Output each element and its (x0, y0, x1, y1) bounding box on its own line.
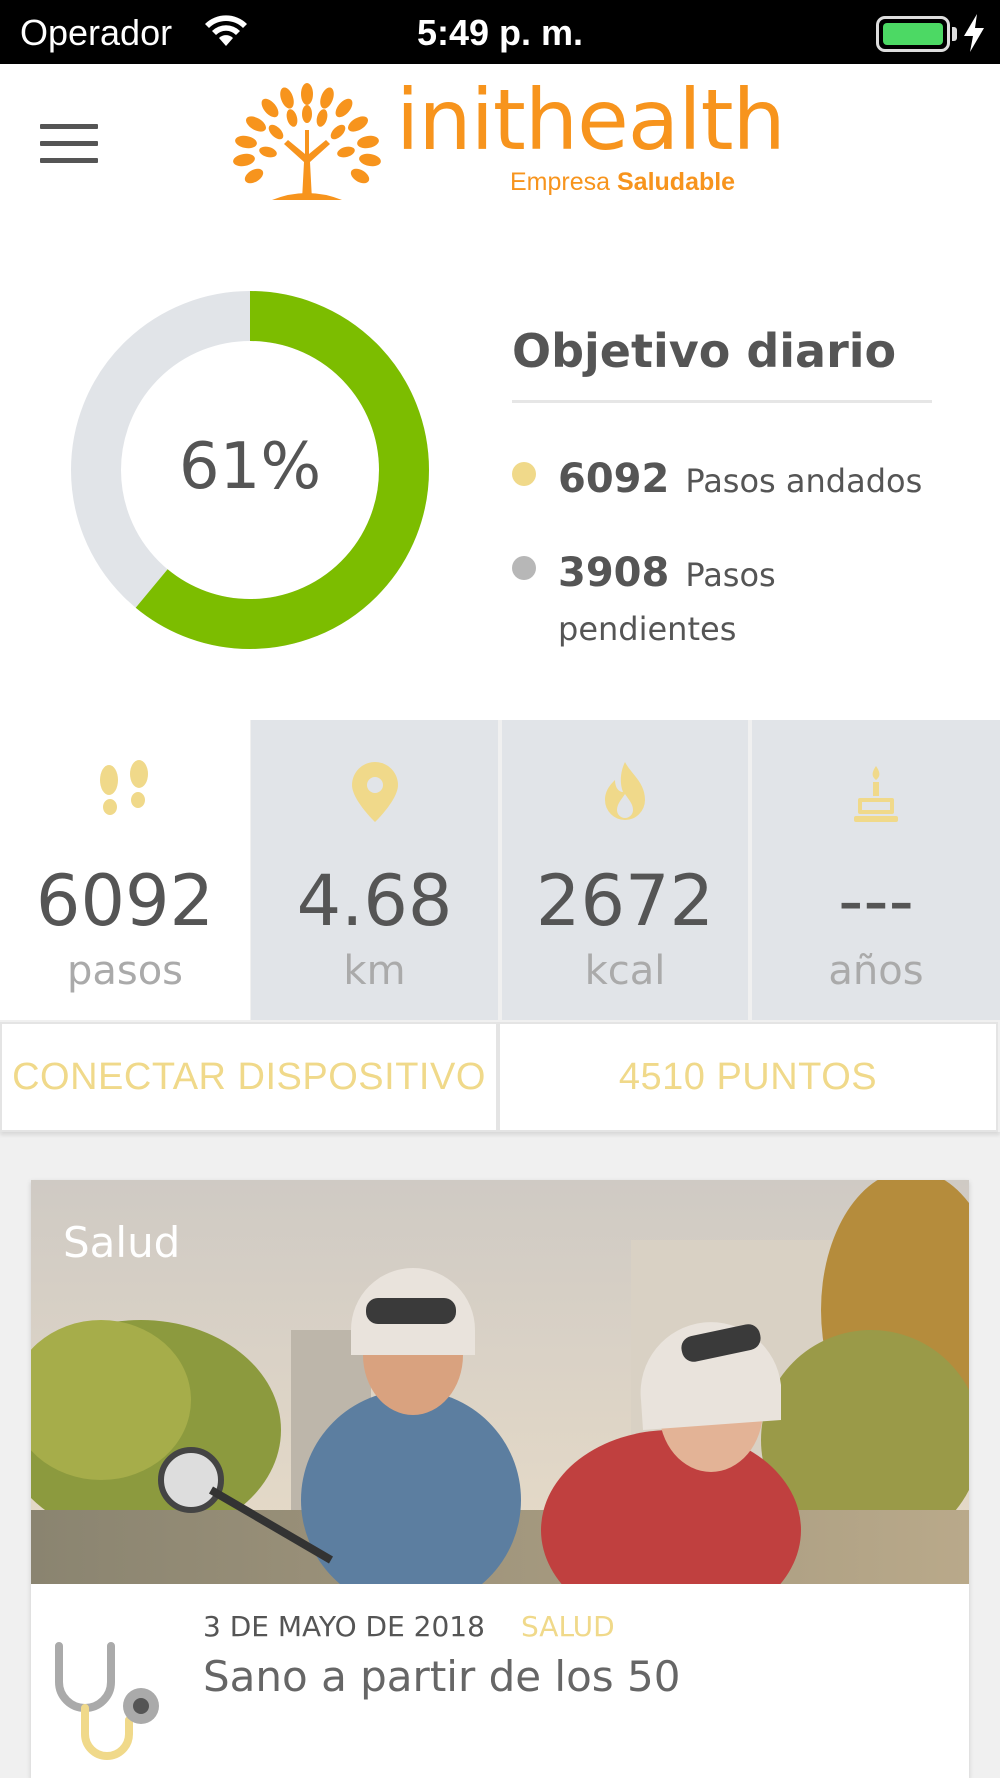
stethoscope-icon (55, 1642, 159, 1760)
stat-calories[interactable]: 2672 kcal (502, 720, 748, 1020)
stat-distance[interactable]: 4.68 km (251, 720, 498, 1020)
points-button[interactable]: 4510 PUNTOS (498, 1022, 998, 1132)
article-title[interactable]: Sano a partir de los 50 (203, 1652, 680, 1701)
footsteps-icon (100, 760, 148, 815)
progress-percent-label: 61% (178, 430, 322, 504)
brand-tagline: Empresa Saludable (510, 168, 735, 197)
walked-steps-value: 6092 (558, 456, 670, 502)
article-date: 3 DE MAYO DE 2018 (203, 1610, 485, 1643)
steps-value: 6092 (35, 860, 215, 942)
tagline-bold: Saludable (617, 168, 736, 196)
walked-steps-row: 6092 Pasos andados (558, 452, 958, 508)
pending-steps-row: 3908 Pasos pendientes (558, 546, 938, 656)
tagline-prefix: Empresa (510, 168, 611, 196)
action-buttons: CONECTAR DISPOSITIVO 4510 PUNTOS (0, 1022, 1000, 1132)
status-bar: Operador 5:49 p. m. (0, 0, 1000, 64)
birthday-cake-icon (854, 766, 898, 822)
flame-icon (605, 762, 645, 820)
stat-steps[interactable]: 6092 pasos (0, 720, 250, 1020)
app-header: inithealth Empresa Saludable (0, 64, 1000, 220)
article-card-body: 3 DE MAYO DE 2018 SALUD Sano a partir de… (31, 1584, 969, 1778)
activity-stats-row: 6092 pasos 4.68 km 2672 kcal --- años (0, 720, 1000, 1020)
goal-divider (512, 400, 932, 403)
goal-title: Objetivo diario (512, 324, 897, 378)
age-value: --- (838, 860, 914, 942)
article-category[interactable]: SALUD (521, 1610, 615, 1643)
calories-value: 2672 (535, 860, 715, 942)
distance-value: 4.68 (296, 860, 453, 942)
daily-goal-section: 61% Objetivo diario 6092 Pasos andados 39… (0, 220, 1000, 720)
pending-legend-dot (512, 556, 536, 580)
tree-logo-icon (233, 83, 381, 200)
walked-legend-dot (512, 462, 536, 486)
calories-unit: kcal (584, 948, 666, 994)
charging-bolt-icon (964, 14, 984, 52)
brand-name: inithealth (396, 71, 786, 169)
distance-unit: km (343, 948, 406, 994)
location-pin-icon (351, 762, 398, 822)
age-unit: años (828, 948, 924, 994)
hamburger-menu-icon[interactable] (40, 124, 98, 164)
status-time: 5:49 p. m. (416, 12, 584, 53)
steps-unit: pasos (66, 948, 184, 994)
battery-nub (952, 27, 957, 41)
article-card[interactable]: Salud 3 DE MAYO DE 2018 SALUD Sano a par… (31, 1180, 969, 1778)
battery-icon (876, 16, 950, 52)
connect-device-button[interactable]: CONECTAR DISPOSITIVO (0, 1022, 498, 1132)
article-image-tag: Salud (63, 1218, 181, 1267)
stat-age[interactable]: --- años (752, 720, 1000, 1020)
walked-steps-label: Pasos andados (685, 462, 923, 500)
pending-steps-value: 3908 (558, 550, 670, 596)
